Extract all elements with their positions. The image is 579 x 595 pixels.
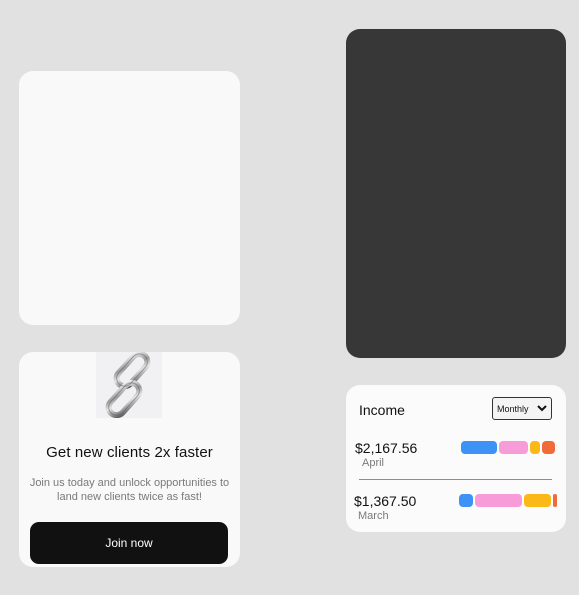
period-select[interactable]: Monthly: [492, 397, 552, 420]
income-bar-segment-pink: [499, 441, 528, 454]
join-now-button[interactable]: Join now: [30, 522, 228, 564]
income-card: Income Monthly $2,167.56 April $1,367.50…: [346, 385, 566, 532]
income-bar-segment-blue: [461, 441, 497, 454]
row-divider: [359, 479, 552, 480]
period-select-value: Monthly: [497, 403, 529, 414]
income-bar-segment-orange: [553, 494, 557, 507]
income-bar-segment-blue: [459, 494, 473, 507]
income-bar-segment-orange: [542, 441, 555, 454]
chain-link-icon: [96, 350, 162, 419]
income-title: Income: [359, 402, 405, 418]
income-bar-segment-pink: [475, 494, 522, 507]
income-amount-march: $1,367.50: [354, 493, 417, 509]
promo-card: Get new clients 2x faster Join us today …: [19, 350, 240, 567]
chevron-down-icon: [537, 405, 547, 412]
blank-card-dark: [346, 29, 566, 358]
blank-card-light: [19, 71, 240, 325]
income-month-april: April: [362, 457, 385, 469]
income-bar-segment-yellow: [524, 494, 551, 507]
promo-description: Join us today and unlock opportunities t…: [29, 477, 230, 503]
promo-title: Get new clients 2x faster: [46, 444, 213, 461]
income-month-march: March: [358, 510, 389, 522]
income-bar-segment-yellow: [530, 441, 540, 454]
income-amount-april: $2,167.56: [355, 440, 418, 456]
